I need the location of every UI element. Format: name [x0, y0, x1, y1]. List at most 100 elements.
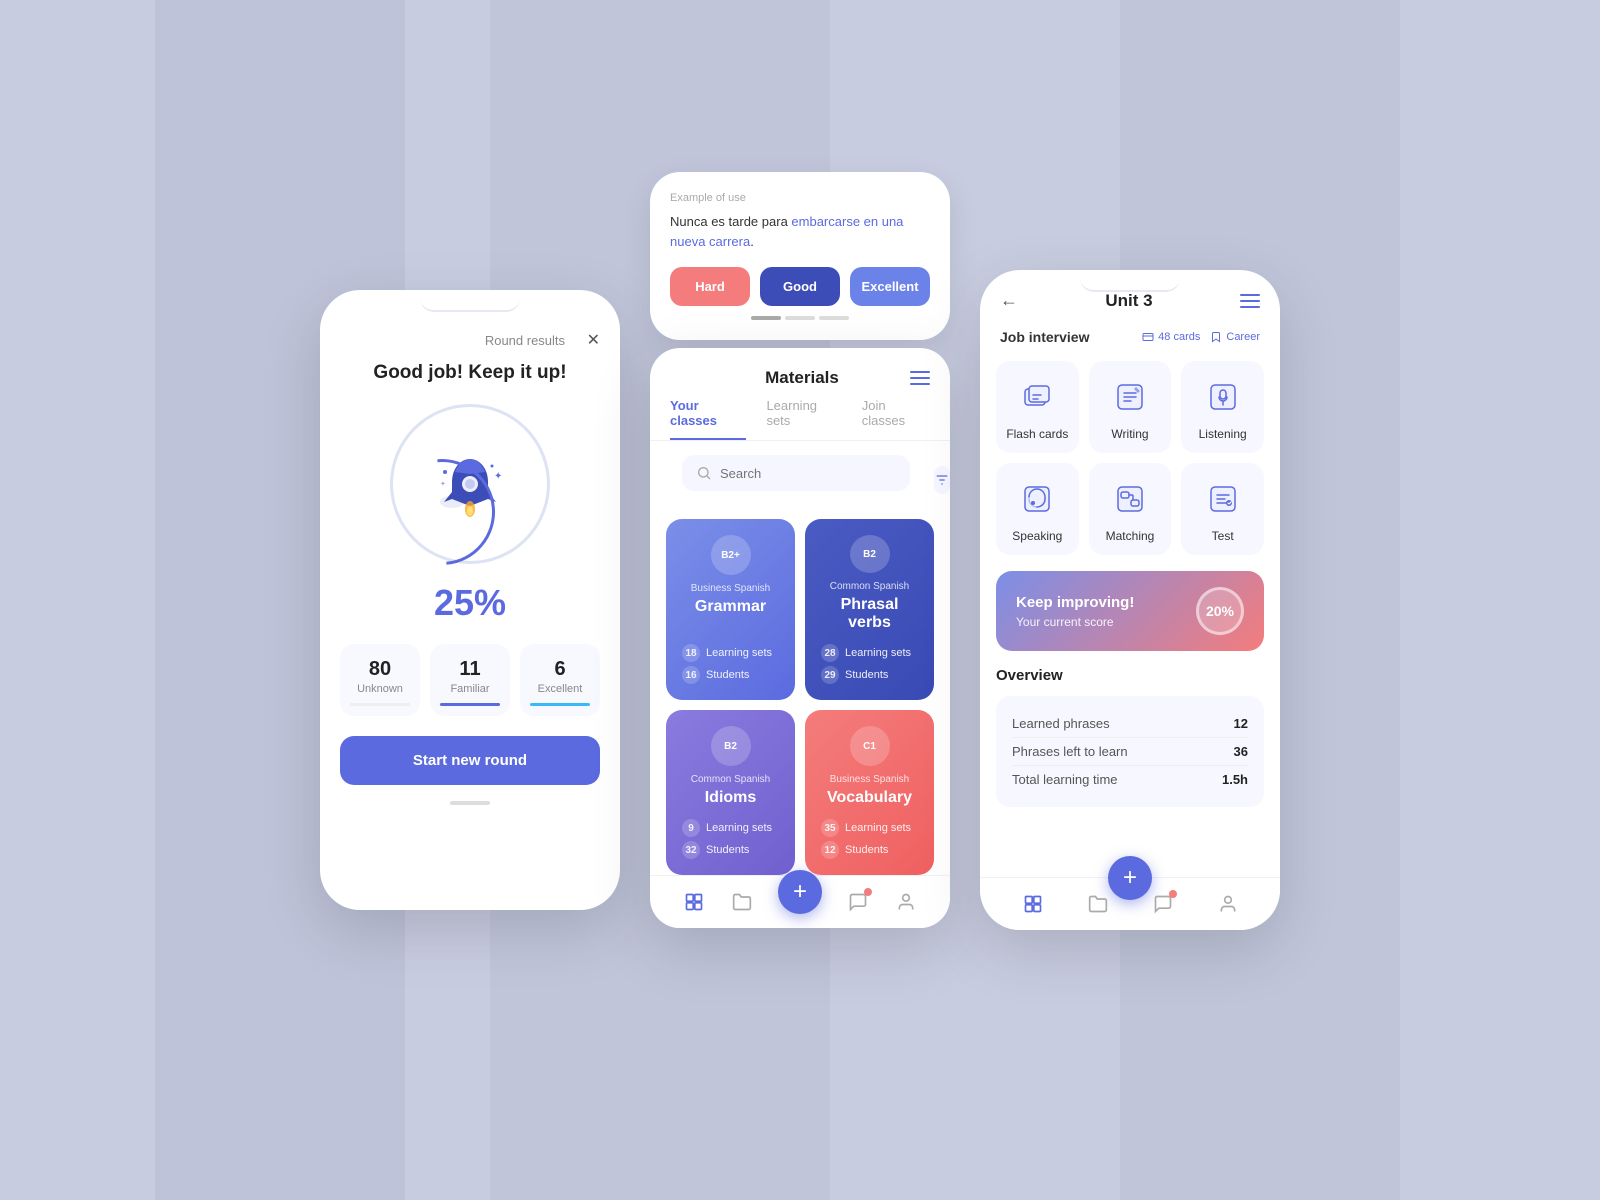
flash-cards-label: Flash cards [1006, 427, 1068, 441]
cards-count-tag: 48 cards [1142, 331, 1200, 343]
close-icon[interactable]: ✕ [587, 330, 600, 350]
activity-test[interactable]: Test [1181, 463, 1264, 555]
flash-cards-icon [1017, 377, 1057, 417]
overview-row-time: Total learning time 1.5h [1012, 765, 1248, 793]
learned-phrases-val: 12 [1234, 716, 1248, 731]
search-icon [696, 465, 712, 481]
activity-speaking[interactable]: Speaking [996, 463, 1079, 555]
card-meta-grammar: 18 Learning sets 16 Students [682, 644, 779, 684]
phone1-main-title: Good job! Keep it up! [343, 362, 596, 384]
overview-section: Overview Learned phrases 12 Phrases left… [980, 667, 1280, 807]
unit3-nav-profile[interactable] [1216, 892, 1240, 916]
tab-join-classes[interactable]: Join classes [862, 398, 930, 440]
materials-tabs: Your classes Learning sets Join classes [650, 398, 950, 441]
nav-folder-icon[interactable] [730, 890, 754, 914]
bottom-nav-materials: + [650, 875, 950, 928]
card-idioms[interactable]: B2 Common Spanish Idioms 9 Learning sets… [666, 710, 795, 875]
stat-familiar: 11 Familiar [430, 644, 510, 716]
card-subtitle-idioms: Common Spanish [682, 774, 779, 785]
card-meta-phrasal: 28 Learning sets 29 Students [821, 644, 918, 684]
fab-add-button[interactable]: + [778, 870, 822, 914]
difficulty-row: Hard Good Excellent [670, 267, 930, 306]
test-icon [1203, 479, 1243, 519]
stat-excellent-num: 6 [530, 658, 590, 681]
stat-excellent-label: Excellent [530, 683, 590, 695]
back-arrow-icon[interactable]: ← [1000, 290, 1018, 311]
unit3-message-dot [1169, 890, 1177, 898]
progress-banner: Keep improving! Your current score 20% [996, 571, 1264, 651]
matching-label: Matching [1106, 529, 1155, 543]
card-badge-phrasal: B2 [850, 535, 890, 573]
matching-icon [1110, 479, 1150, 519]
unit3-nav-title: Unit 3 [1105, 291, 1152, 311]
card-name-idioms: Idioms [682, 789, 779, 807]
example-sentence: Nunca es tarde para embarcarse en una nu… [670, 212, 930, 251]
writing-icon [1110, 377, 1150, 417]
job-tags: 48 cards Career [1142, 331, 1260, 343]
overview-card: Learned phrases 12 Phrases left to learn… [996, 696, 1264, 807]
progress-circle: ✦ ✦ [390, 404, 550, 564]
card-vocabulary[interactable]: C1 Business Spanish Vocabulary 35 Learni… [805, 710, 934, 875]
svg-text:✦: ✦ [440, 480, 446, 488]
card-grammar[interactable]: B2+ Business Spanish Grammar 18 Learning… [666, 519, 795, 700]
example-label: Example of use [670, 192, 930, 204]
listening-icon [1203, 377, 1243, 417]
banner-subtitle: Your current score [1016, 615, 1134, 629]
nav-home-icon[interactable] [682, 890, 706, 914]
unit3-bottom-nav: + [980, 877, 1280, 930]
progress-circle-badge: 20% [1196, 587, 1244, 635]
card-meta-vocab: 35 Learning sets 12 Students [821, 819, 918, 859]
nav-profile-icon[interactable] [894, 890, 918, 914]
activity-writing[interactable]: Writing [1089, 361, 1172, 453]
message-notification-dot [864, 888, 872, 896]
search-input[interactable] [720, 466, 896, 481]
tab-your-classes[interactable]: Your classes [670, 398, 746, 440]
card-phrasal-verbs[interactable]: B2 Common Spanish Phrasal verbs 28 Learn… [805, 519, 934, 700]
learning-time-val: 1.5h [1222, 772, 1248, 787]
speaking-icon [1017, 479, 1057, 519]
unit3-nav-message[interactable] [1151, 892, 1175, 916]
nav-message-icon[interactable] [846, 890, 870, 914]
phone-materials-wrapper: Example of use Nunca es tarde para embar… [650, 172, 950, 928]
card-subtitle-phrasal: Common Spanish [821, 581, 918, 592]
card-badge-vocab: C1 [850, 726, 890, 766]
card-badge-grammar: B2+ [711, 535, 751, 575]
speaking-label: Speaking [1012, 529, 1062, 543]
unit3-fab-button[interactable]: + [1108, 856, 1152, 900]
activity-matching[interactable]: Matching [1089, 463, 1172, 555]
progress-text: Keep improving! Your current score [1016, 594, 1134, 629]
materials-title: Materials [765, 368, 839, 388]
phrases-left-val: 36 [1234, 744, 1248, 759]
unit3-nav-home[interactable] [1021, 892, 1045, 916]
activity-listening[interactable]: Listening [1181, 361, 1264, 453]
flashcard-top: Example of use Nunca es tarde para embar… [650, 172, 950, 340]
job-interview-row: Job interview 48 cards Career [980, 321, 1280, 361]
career-tag: Career [1210, 331, 1260, 343]
unit3-nav-folder[interactable] [1086, 892, 1110, 916]
search-bar[interactable] [682, 455, 910, 491]
activity-flash-cards[interactable]: Flash cards [996, 361, 1079, 453]
start-new-round-button[interactable]: Start new round [340, 736, 600, 785]
filter-button[interactable] [934, 466, 950, 494]
nav-menu-icon[interactable] [1240, 294, 1260, 308]
writing-label: Writing [1111, 427, 1148, 441]
stat-familiar-num: 11 [440, 658, 500, 681]
good-button[interactable]: Good [760, 267, 840, 306]
card-badge-idioms: B2 [711, 726, 751, 766]
stat-familiar-label: Familiar [440, 683, 500, 695]
example-link: embarcarse en una nueva carrera [670, 214, 903, 249]
phone-unit3: ← Unit 3 Job interview 48 cards [980, 270, 1280, 930]
learned-phrases-key: Learned phrases [1012, 716, 1110, 731]
test-label: Test [1212, 529, 1234, 543]
stat-unknown-num: 80 [350, 658, 410, 681]
tab-learning-sets[interactable]: Learning sets [766, 398, 841, 440]
excellent-button[interactable]: Excellent [850, 267, 930, 306]
card-name-grammar: Grammar [682, 598, 779, 616]
job-interview-title: Job interview [1000, 329, 1089, 345]
stat-unknown: 80 Unknown [340, 644, 420, 716]
hard-button[interactable]: Hard [670, 267, 750, 306]
hamburger-menu[interactable] [910, 371, 930, 385]
rocket-illustration: ✦ ✦ [430, 444, 510, 524]
class-cards-grid: B2+ Business Spanish Grammar 18 Learning… [650, 519, 950, 875]
svg-text:✦: ✦ [494, 471, 502, 482]
